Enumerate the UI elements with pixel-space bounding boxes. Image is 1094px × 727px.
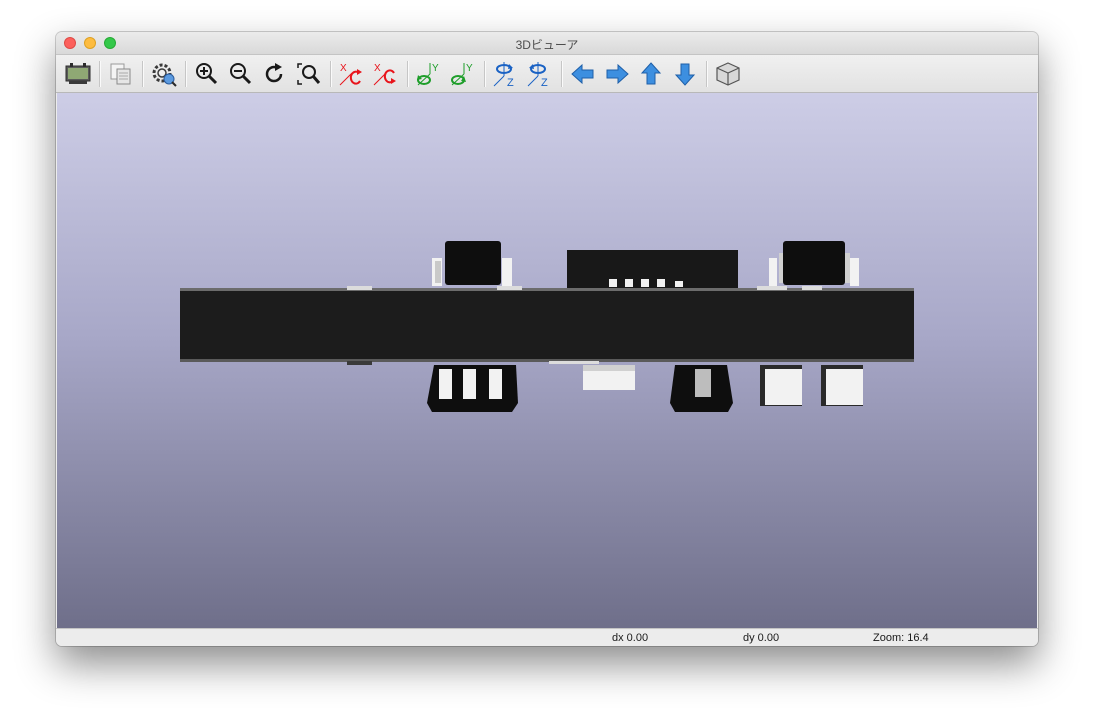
3d-viewer-window: 3Dビューア X X Y Y Z Z dx 0.00 dy 0.00 Zoom:… (56, 32, 1038, 646)
rotate-y-cw-button[interactable]: Y (414, 59, 444, 89)
rotate-x-cw-button[interactable]: X (337, 59, 367, 89)
bottom-component-right-1 (760, 365, 802, 406)
svg-text:Z: Z (541, 77, 548, 88)
copy-clipboard-button[interactable] (106, 59, 136, 89)
pcb-3d-render (180, 241, 914, 412)
svg-text:Y: Y (432, 63, 439, 74)
3d-settings-icon (152, 63, 177, 87)
rotate-z-ccw-icon: Z (527, 62, 548, 88)
bottom-component-center-right (670, 365, 733, 412)
status-bar: dx 0.00 dy 0.00 Zoom: 16.4 (56, 628, 1038, 646)
dx-readout: dx 0.00 (612, 632, 649, 644)
bottom-component-right-2 (821, 365, 863, 406)
rotate-y-cw-icon: Y (417, 63, 439, 86)
3d-settings-button[interactable] (149, 59, 179, 89)
move-up-button[interactable] (636, 59, 666, 89)
top-component-right (769, 241, 859, 286)
rotate-y-ccw-button[interactable]: Y (448, 59, 478, 89)
title-bar[interactable]: 3Dビューア (56, 32, 1038, 55)
move-left-button[interactable] (568, 59, 598, 89)
pcb-board (180, 286, 914, 365)
svg-text:X: X (374, 63, 381, 74)
move-up-icon (640, 62, 662, 85)
rotate-z-ccw-button[interactable]: Z (525, 59, 555, 89)
rotate-x-cw-icon: X (339, 63, 362, 86)
svg-text:Z: Z (507, 77, 514, 88)
zoom-out-icon (230, 63, 252, 85)
redraw-icon (265, 63, 283, 83)
window-title: 3Dビューア (515, 38, 579, 52)
export-image-icon (65, 63, 91, 84)
svg-text:X: X (340, 63, 347, 74)
dy-readout: dy 0.00 (743, 632, 780, 644)
zoom-readout: Zoom: 16.4 (873, 632, 929, 644)
3d-canvas[interactable] (57, 93, 1037, 628)
zoom-out-button[interactable] (226, 59, 256, 89)
rotate-z-cw-button[interactable]: Z (491, 59, 521, 89)
top-component-center (567, 250, 738, 288)
move-down-icon (674, 63, 696, 86)
zoom-fit-icon (297, 63, 321, 85)
export-image-button[interactable] (63, 59, 93, 89)
zoom-fit-button[interactable] (294, 59, 324, 89)
rotate-y-ccw-icon: Y (451, 63, 473, 86)
bottom-component-left (427, 365, 518, 412)
zoom-in-icon (196, 63, 218, 85)
top-component-left (432, 241, 512, 286)
move-down-button[interactable] (670, 59, 700, 89)
toolbar: X X Y Y Z Z (56, 55, 1038, 93)
svg-text:Y: Y (466, 63, 473, 74)
bottom-pad-center (583, 365, 635, 390)
rotate-x-ccw-icon: X (373, 63, 396, 86)
move-left-icon (571, 63, 594, 85)
move-right-button[interactable] (602, 59, 632, 89)
rotate-z-cw-icon: Z (493, 62, 514, 88)
rotate-x-ccw-button[interactable]: X (371, 59, 401, 89)
zoom-in-button[interactable] (192, 59, 222, 89)
move-right-icon (606, 63, 629, 85)
redraw-button[interactable] (260, 59, 290, 89)
toggle-orthographic-icon (716, 62, 740, 86)
orthographic-toggle-button[interactable] (713, 59, 743, 89)
copy-to-clipboard-icon (110, 63, 131, 85)
